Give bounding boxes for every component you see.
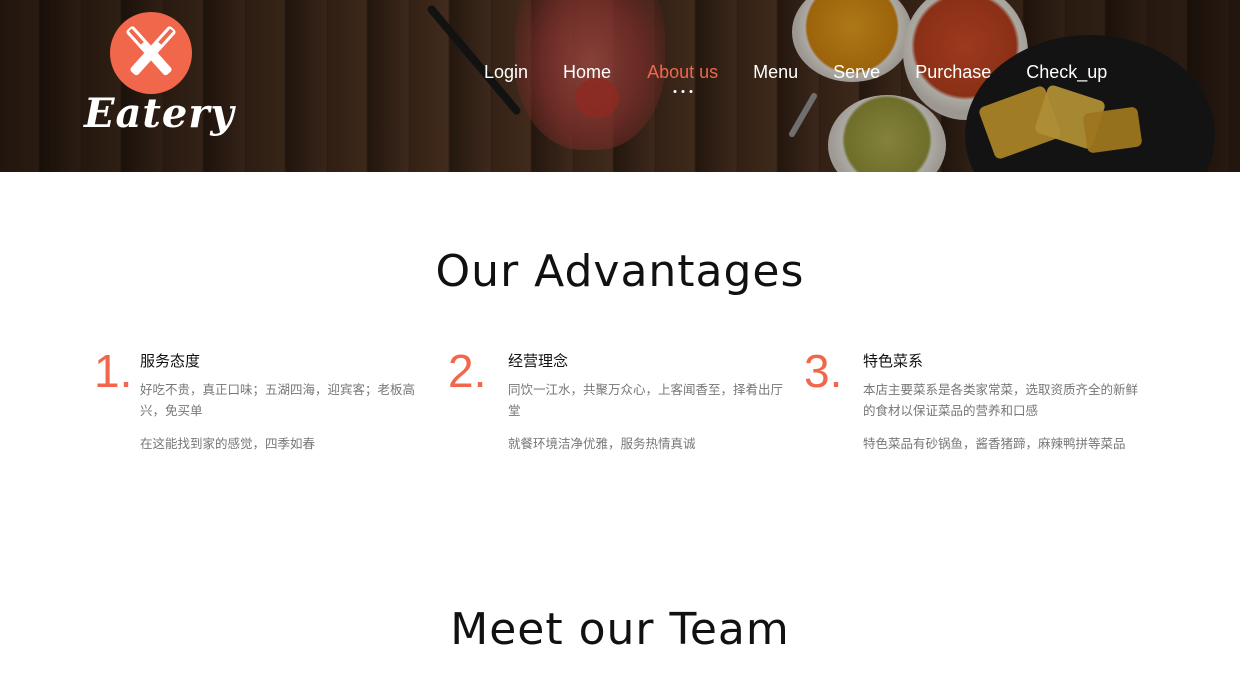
nav-item-login[interactable]: Login — [484, 60, 528, 85]
nav-item-about-us[interactable]: About us — [647, 60, 719, 93]
advantage-heading: 经营理念 — [508, 352, 569, 370]
advantage-description: 同饮一江水，共聚万众心，上客闻香至，择肴出厅堂 — [508, 382, 784, 418]
advantage-content: 服务态度 好吃不贵，真正口味；五湖四海，迎宾客；老板高兴，免买单 在这能找到家的… — [140, 350, 415, 454]
hero-header: Eatery Login Home About us Menu Serve Pu… — [0, 0, 1240, 172]
advantage-note: 在这能找到家的感觉，四季如春 — [140, 436, 316, 451]
active-indicator-dots — [673, 90, 693, 93]
nav-item-menu[interactable]: Menu — [753, 60, 798, 85]
nav-item-home[interactable]: Home — [563, 60, 611, 85]
advantage-number: 2. — [448, 345, 487, 397]
advantage-heading: 服务态度 — [140, 352, 201, 370]
team-title: Meet our Team — [450, 604, 790, 655]
logo-text: Eatery — [84, 90, 235, 137]
nav-item-check-up[interactable]: Check_up — [1026, 60, 1107, 85]
main-navigation: Login Home About us Menu Serve Purchase … — [470, 60, 1107, 93]
advantage-note: 就餐环境洁净优雅，服务热情真诚 — [508, 436, 696, 451]
advantage-heading: 特色菜系 — [863, 352, 924, 370]
advantages-title: Our Advantages — [435, 246, 805, 297]
nav-item-serve[interactable]: Serve — [833, 60, 880, 85]
nav-item-label: About us — [647, 62, 719, 82]
advantage-content: 特色菜系 本店主要菜系是各类家常菜，选取资质齐全的新鲜的食材以保证菜品的营养和口… — [863, 350, 1138, 454]
logo[interactable]: Eatery — [82, 12, 234, 142]
crossed-utensils-icon — [126, 26, 176, 76]
advantage-note: 特色菜品有砂锅鱼，酱香猪蹄，麻辣鸭拼等菜品 — [863, 436, 1126, 451]
advantage-number: 3. — [804, 345, 843, 397]
advantage-description: 本店主要菜系是各类家常菜，选取资质齐全的新鲜的食材以保证菜品的营养和口感 — [863, 382, 1139, 418]
logo-emblem — [110, 12, 192, 94]
advantage-content: 经营理念 同饮一江水，共聚万众心，上客闻香至，择肴出厅堂 就餐环境洁净优雅，服务… — [508, 350, 783, 454]
advantage-description: 好吃不贵，真正口味；五湖四海，迎宾客；老板高兴，免买单 — [140, 382, 416, 418]
nav-item-purchase[interactable]: Purchase — [915, 60, 991, 85]
advantage-number: 1. — [94, 345, 133, 397]
